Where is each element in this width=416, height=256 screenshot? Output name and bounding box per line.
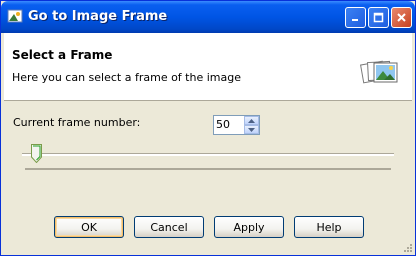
resize-grip-icon[interactable]: [402, 242, 413, 253]
chevron-down-icon: [248, 127, 255, 132]
ok-button[interactable]: OK: [54, 216, 124, 238]
header-title: Select a Frame: [12, 48, 113, 62]
spin-down-button[interactable]: [244, 125, 259, 134]
close-button[interactable]: [391, 7, 412, 28]
cancel-button[interactable]: Cancel: [134, 216, 204, 238]
current-frame-label: Current frame number:: [13, 116, 141, 129]
dialog-header: Select a Frame Here you can select a fra…: [4, 33, 412, 101]
window-title: Go to Image Frame: [28, 9, 168, 24]
go-to-image-frame-dialog: Go to Image Frame Select a Frame Here yo…: [0, 0, 416, 256]
maximize-icon: [373, 12, 384, 23]
image-stack-icon: [360, 60, 398, 84]
slider-tick-bar: [25, 168, 391, 170]
minimize-button[interactable]: [345, 7, 366, 28]
frame-slider-track[interactable]: [22, 153, 394, 156]
chevron-up-icon: [248, 118, 255, 123]
help-button[interactable]: Help: [294, 216, 364, 238]
title-bar[interactable]: Go to Image Frame: [1, 1, 415, 33]
minimize-icon: [352, 19, 358, 21]
frame-number-value[interactable]: 50: [216, 118, 230, 131]
frame-slider-thumb[interactable]: [31, 144, 43, 163]
app-icon: [7, 9, 23, 23]
spin-up-button[interactable]: [244, 116, 259, 125]
close-icon: [397, 13, 406, 22]
frame-number-spinbox[interactable]: 50: [213, 115, 260, 135]
maximize-button[interactable]: [368, 7, 389, 28]
header-subtitle: Here you can select a frame of the image: [12, 71, 241, 84]
apply-button[interactable]: Apply: [214, 216, 284, 238]
